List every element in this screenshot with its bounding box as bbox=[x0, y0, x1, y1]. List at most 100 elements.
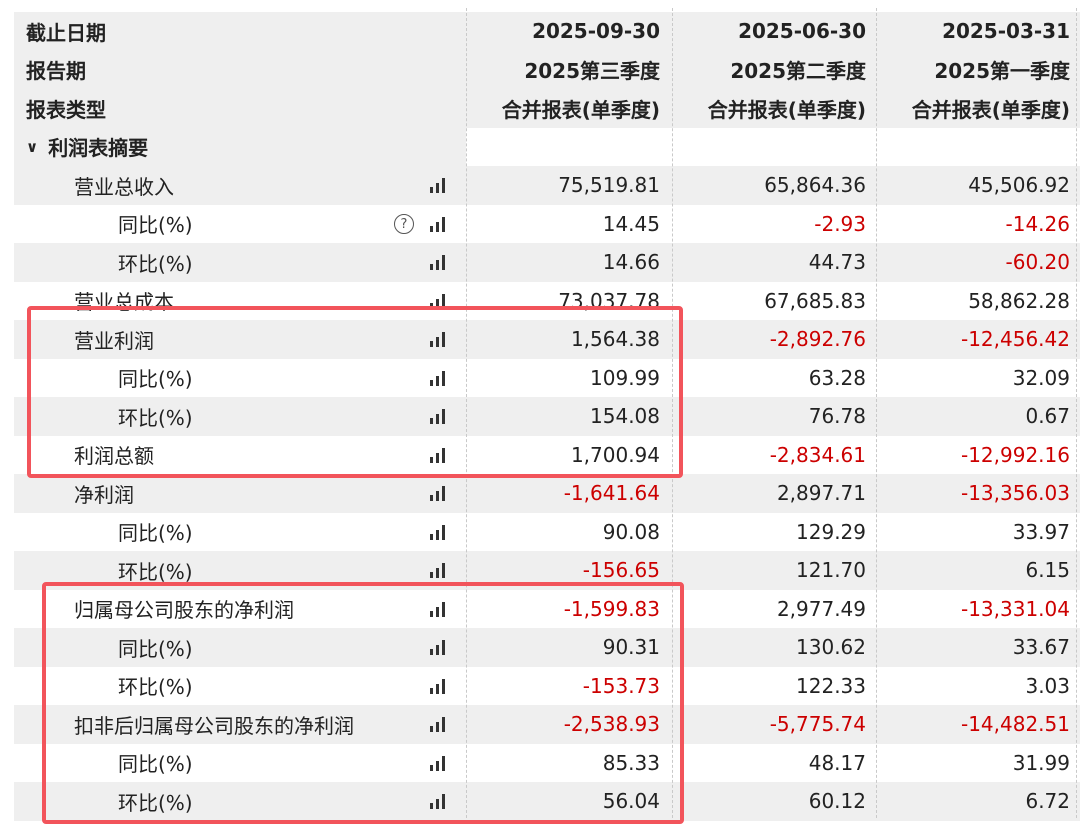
value-cell: 129.29 bbox=[796, 519, 866, 544]
header-row: 报表类型 合并报表(单季度) 合并报表(单季度) 合并报表(单季度) bbox=[14, 89, 1080, 128]
value-cell: 109.99 bbox=[590, 365, 660, 390]
value-cell: 1,564.38 bbox=[570, 327, 660, 352]
value-cell: 73,037.78 bbox=[558, 288, 660, 313]
profit-statement-table: 截止日期 2025-09-30 2025-06-30 2025-03-31 报告期 202… bbox=[0, 0, 1080, 824]
value-cell: 45,506.92 bbox=[968, 173, 1070, 198]
bar-chart-icon[interactable] bbox=[430, 793, 448, 810]
table-row: 同比(%) 90.08 129.29 33.97 bbox=[14, 513, 1080, 552]
header-cell: 合并报表(单季度) bbox=[501, 97, 660, 122]
value-cell: 63.28 bbox=[808, 365, 866, 390]
bar-chart-icon[interactable] bbox=[430, 447, 448, 463]
value-cell: -14.26 bbox=[1005, 211, 1070, 236]
bar-chart-icon[interactable] bbox=[430, 562, 448, 579]
row-label: 利润总额 bbox=[74, 444, 154, 469]
value-cell: -13,356.03 bbox=[960, 481, 1070, 506]
table-row: 营业总成本 73,037.78 67,685.83 58,862.28 bbox=[14, 282, 1080, 321]
value-cell: 122.33 bbox=[796, 673, 866, 698]
value-cell: -13,331.04 bbox=[960, 596, 1070, 621]
table-row: 环比(%) 154.08 76.78 0.67 bbox=[14, 397, 1080, 436]
row-label: 净利润 bbox=[74, 482, 134, 507]
section-label[interactable]: ∨ 利润表摘要 bbox=[14, 128, 478, 167]
value-cell: 65,864.36 bbox=[764, 173, 866, 198]
column-divider bbox=[1076, 8, 1077, 818]
value-cell: -5,775.74 bbox=[769, 712, 866, 737]
bar-chart-icon[interactable] bbox=[430, 331, 448, 348]
value-cell: 2,977.49 bbox=[776, 596, 866, 621]
value-cell: 75,519.81 bbox=[558, 173, 660, 198]
value-cell: 121.70 bbox=[796, 558, 866, 583]
row-label: 营业总成本 bbox=[74, 290, 174, 315]
value-cell: 90.08 bbox=[602, 519, 660, 544]
value-cell: -2,892.76 bbox=[769, 327, 866, 352]
row-label: 扣非后归属母公司股东的净利润 bbox=[74, 713, 354, 738]
value-cell: -1,641.64 bbox=[563, 481, 660, 506]
header-row: 报告期 2025第三季度 2025第二季度 2025第一季度 bbox=[14, 50, 1080, 89]
value-cell: 14.45 bbox=[602, 211, 660, 236]
table-row: 归属母公司股东的净利润 -1,599.83 2,977.49 -13,331.04 bbox=[14, 590, 1080, 629]
value-cell: -14,482.51 bbox=[960, 712, 1070, 737]
value-cell: -156.65 bbox=[582, 558, 660, 583]
bar-chart-icon[interactable] bbox=[430, 216, 448, 232]
value-cell: 33.97 bbox=[1012, 519, 1070, 544]
value-cell: 33.67 bbox=[1012, 635, 1070, 660]
table-row: 营业利润 1,564.38 -2,892.76 -12,456.42 bbox=[14, 320, 1080, 359]
bar-chart-icon[interactable] bbox=[430, 755, 448, 771]
table-row: 同比(%) 90.31 130.62 33.67 bbox=[14, 628, 1080, 667]
table-row: 扣非后归属母公司股东的净利润 -2,538.93 -5,775.74 -14,482.… bbox=[14, 705, 1080, 744]
column-divider bbox=[876, 8, 877, 818]
bar-chart-icon[interactable] bbox=[430, 601, 448, 617]
bar-chart-icon[interactable] bbox=[430, 678, 448, 694]
table-row: 同比(%) 85.33 48.17 31.99 bbox=[14, 744, 1080, 783]
value-cell: 2,897.71 bbox=[776, 481, 866, 506]
table-row: 环比(%) 14.66 44.73 -60.20 bbox=[14, 243, 1080, 282]
value-cell: 90.31 bbox=[602, 635, 660, 660]
table-row: 环比(%) -156.65 121.70 6.15 bbox=[14, 551, 1080, 590]
table-row: 净利润 -1,641.64 2,897.71 -13,356.03 bbox=[14, 474, 1080, 513]
value-cell: 31.99 bbox=[1012, 750, 1070, 775]
value-cell: 130.62 bbox=[796, 635, 866, 660]
header-cell: 合并报表(单季度) bbox=[707, 97, 866, 122]
value-cell: -2.93 bbox=[814, 211, 866, 236]
bar-chart-icon[interactable] bbox=[430, 639, 448, 656]
header-cell: 合并报表(单季度) bbox=[911, 97, 1070, 122]
value-cell: 44.73 bbox=[808, 250, 866, 275]
row-label: 营业总收入 bbox=[74, 174, 174, 199]
bar-chart-icon[interactable] bbox=[430, 485, 448, 502]
table-row: 环比(%) -153.73 122.33 3.03 bbox=[14, 667, 1080, 706]
column-divider bbox=[672, 8, 673, 818]
bar-chart-icon[interactable] bbox=[430, 370, 448, 386]
header-cell: 2025-06-30 bbox=[738, 19, 866, 44]
table-row: 同比(%) 109.99 63.28 32.09 bbox=[14, 359, 1080, 398]
table-row: 同比(%)? 14.45 -2.93 -14.26 bbox=[14, 205, 1080, 244]
bar-chart-icon[interactable] bbox=[430, 293, 448, 309]
value-cell: -2,834.61 bbox=[769, 442, 866, 467]
value-cell: 0.67 bbox=[1025, 404, 1070, 429]
value-cell: 1,700.94 bbox=[570, 442, 660, 467]
section-title: 利润表摘要 bbox=[48, 136, 149, 161]
header-cell: 2025-09-30 bbox=[532, 19, 660, 44]
header-label: 报告期 bbox=[26, 59, 86, 84]
value-cell: -153.73 bbox=[582, 673, 660, 698]
value-cell: 32.09 bbox=[1012, 365, 1070, 390]
chevron-down-icon[interactable]: ∨ bbox=[26, 138, 38, 156]
section-row[interactable]: ∨ 利润表摘要 bbox=[14, 127, 1080, 167]
bar-chart-icon[interactable] bbox=[430, 254, 448, 271]
header-cell: 2025第一季度 bbox=[934, 59, 1070, 84]
header-label: 报表类型 bbox=[26, 97, 106, 122]
bar-chart-icon[interactable] bbox=[430, 524, 448, 540]
column-divider bbox=[466, 8, 467, 818]
row-label: 归属母公司股东的净利润 bbox=[74, 598, 294, 623]
bar-chart-icon[interactable] bbox=[430, 408, 448, 425]
bar-chart-icon[interactable] bbox=[430, 716, 448, 733]
value-cell: 56.04 bbox=[602, 789, 660, 814]
row-label: 营业利润 bbox=[74, 328, 154, 353]
bar-chart-icon[interactable] bbox=[430, 177, 448, 194]
header-cell: 2025-03-31 bbox=[942, 19, 1070, 44]
question-circle-icon[interactable]: ? bbox=[394, 213, 414, 234]
value-cell: 85.33 bbox=[602, 750, 660, 775]
value-cell: 76.78 bbox=[808, 404, 866, 429]
value-cell: -12,456.42 bbox=[960, 327, 1070, 352]
header-row: 截止日期 2025-09-30 2025-06-30 2025-03-31 bbox=[14, 12, 1080, 51]
value-cell: 3.03 bbox=[1025, 673, 1070, 698]
value-cell: 154.08 bbox=[590, 404, 660, 429]
